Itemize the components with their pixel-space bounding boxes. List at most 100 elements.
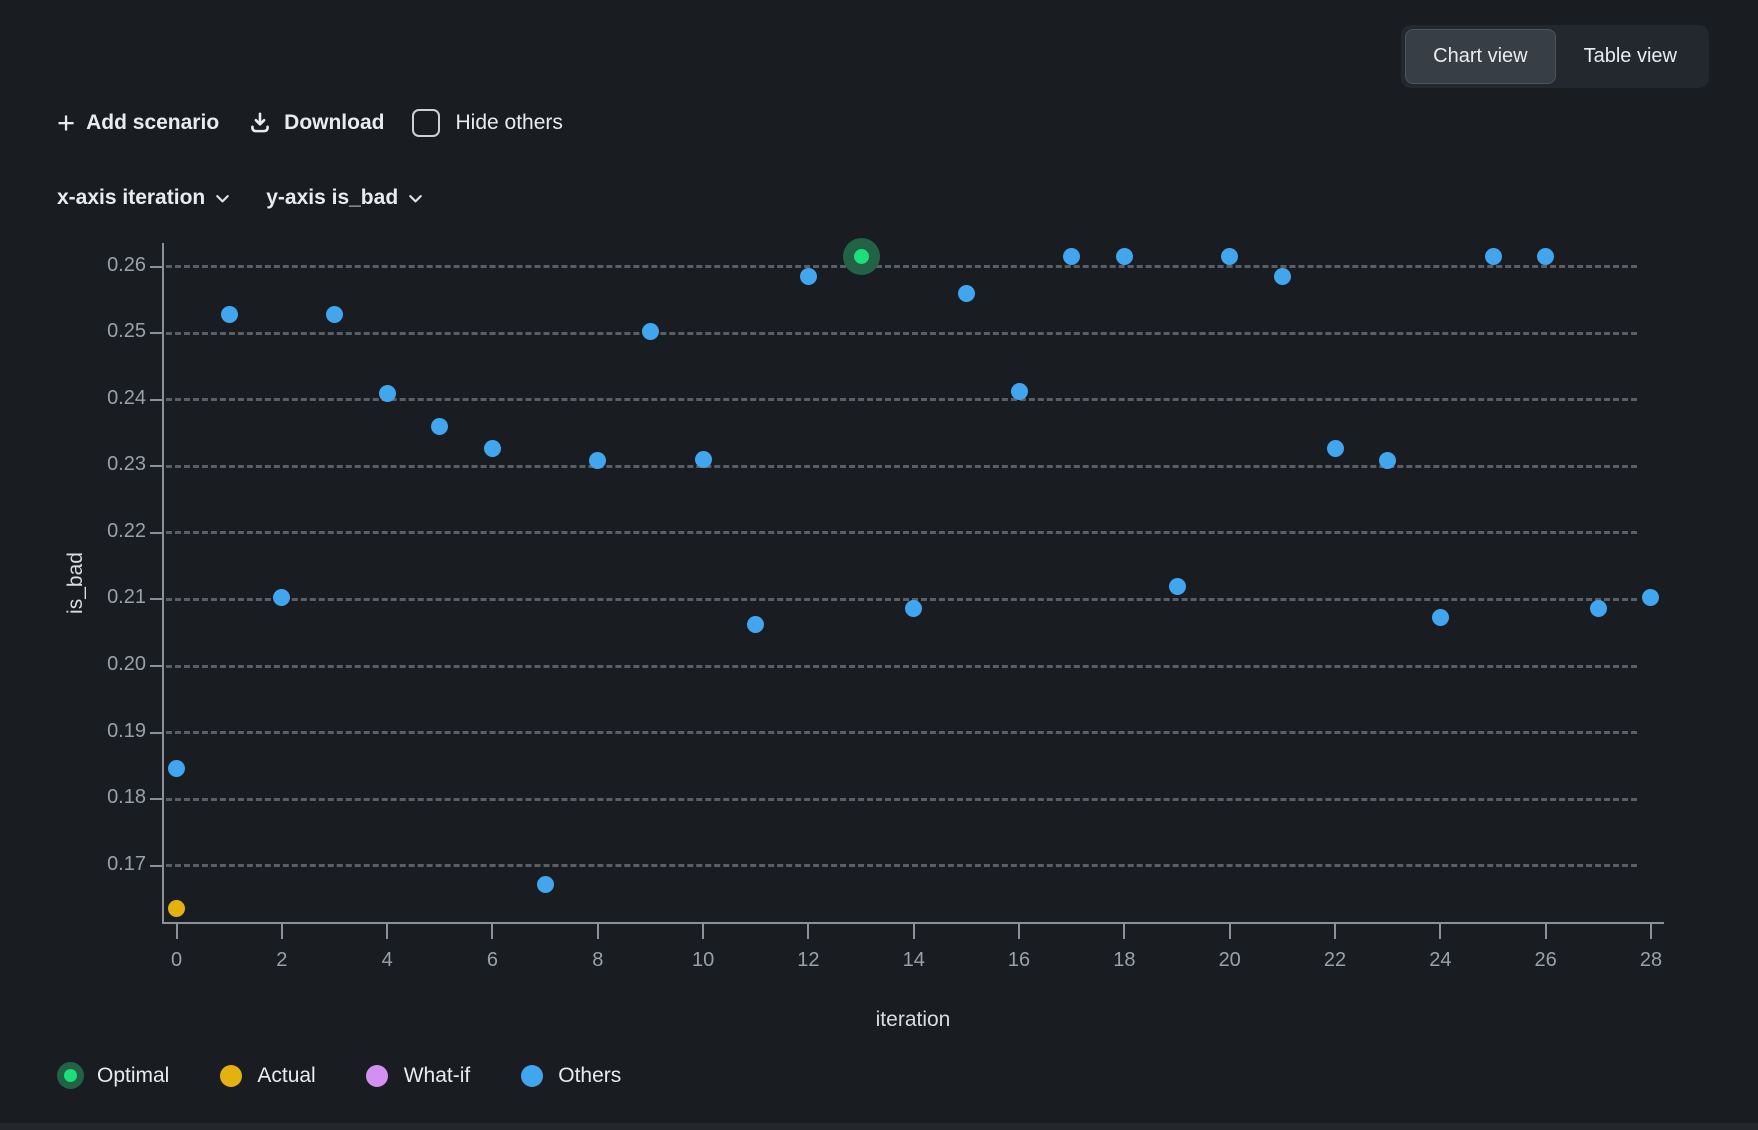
- y-tick-mark: [150, 266, 162, 268]
- x-tick-label: 14: [884, 949, 944, 972]
- x-tick-label: 10: [673, 949, 733, 972]
- y-tick-label: 0.23: [56, 453, 146, 476]
- legend-item-optimal[interactable]: Optimal: [57, 1062, 169, 1089]
- y-tick-label: 0.24: [56, 387, 146, 410]
- scatter-chart: is_bad iteration 0.260.250.240.230.220.2…: [0, 0, 1758, 1130]
- legend-item-actual[interactable]: Actual: [217, 1062, 315, 1089]
- x-tick-mark: [913, 923, 915, 939]
- data-point-others[interactable]: [326, 306, 343, 323]
- data-point-others[interactable]: [537, 876, 554, 893]
- x-tick-label: 6: [462, 949, 522, 972]
- data-point-others[interactable]: [958, 285, 975, 302]
- data-point-others[interactable]: [273, 589, 290, 606]
- y-tick-label: 0.26: [56, 254, 146, 277]
- x-tick-label: 22: [1305, 949, 1365, 972]
- data-point-others[interactable]: [1274, 268, 1291, 285]
- legend-dot-color: [64, 1069, 77, 1082]
- data-point-others[interactable]: [1485, 248, 1502, 265]
- x-tick-mark: [1123, 923, 1125, 939]
- data-point-others[interactable]: [1169, 578, 1186, 595]
- y-gridline: [166, 465, 1637, 468]
- legend-dot-color: [366, 1065, 388, 1087]
- legend-dot-color: [220, 1065, 242, 1087]
- legend-dot-actual: [217, 1062, 244, 1089]
- x-tick-mark: [1229, 923, 1231, 939]
- x-tick-label: 28: [1621, 949, 1681, 972]
- data-point-others[interactable]: [1379, 452, 1396, 469]
- y-tick-mark: [150, 465, 162, 467]
- y-tick-label: 0.20: [56, 653, 146, 676]
- y-tick-label: 0.19: [56, 720, 146, 743]
- y-gridline: [166, 531, 1637, 534]
- legend-item-others[interactable]: Others: [518, 1062, 621, 1089]
- legend-label: Others: [558, 1064, 621, 1088]
- y-tick-mark: [150, 332, 162, 334]
- data-point-others[interactable]: [747, 616, 764, 633]
- x-tick-label: 18: [1094, 949, 1154, 972]
- data-point-others[interactable]: [1432, 609, 1449, 626]
- y-tick-label: 0.25: [56, 320, 146, 343]
- x-tick-mark: [491, 923, 493, 939]
- legend-label: Actual: [257, 1064, 315, 1088]
- y-tick-label: 0.17: [56, 853, 146, 876]
- y-axis-line: [162, 243, 164, 923]
- y-tick-label: 0.18: [56, 786, 146, 809]
- data-point-others[interactable]: [589, 452, 606, 469]
- data-point-others[interactable]: [379, 385, 396, 402]
- data-point-actual[interactable]: [168, 900, 185, 917]
- legend-dot-others: [518, 1062, 545, 1089]
- legend-dot-whatif: [364, 1062, 391, 1089]
- data-point-others[interactable]: [168, 760, 185, 777]
- legend-label: What-if: [404, 1064, 471, 1088]
- data-point-others[interactable]: [1063, 248, 1080, 265]
- y-tick-label: 0.21: [56, 586, 146, 609]
- y-gridline: [166, 798, 1637, 801]
- x-tick-mark: [807, 923, 809, 939]
- x-tick-label: 16: [989, 949, 1049, 972]
- x-tick-label: 0: [147, 949, 207, 972]
- y-gridline: [166, 598, 1637, 601]
- data-point-others[interactable]: [905, 600, 922, 617]
- data-point-others[interactable]: [484, 440, 501, 457]
- legend-item-whatif[interactable]: What-if: [364, 1062, 471, 1089]
- x-tick-mark: [1439, 923, 1441, 939]
- y-tick-mark: [150, 665, 162, 667]
- data-point-others[interactable]: [1327, 440, 1344, 457]
- data-point-others[interactable]: [1116, 248, 1133, 265]
- y-gridline: [166, 332, 1637, 335]
- y-tick-label: 0.22: [56, 520, 146, 543]
- x-tick-mark: [1018, 923, 1020, 939]
- x-axis-title: iteration: [763, 1008, 1063, 1032]
- data-point-others[interactable]: [1011, 383, 1028, 400]
- data-point-others[interactable]: [221, 306, 238, 323]
- data-point-others[interactable]: [695, 451, 712, 468]
- bottom-edge: [0, 1123, 1758, 1130]
- data-point-others[interactable]: [1590, 600, 1607, 617]
- data-point-others[interactable]: [642, 323, 659, 340]
- x-tick-mark: [386, 923, 388, 939]
- x-tick-mark: [176, 923, 178, 939]
- x-tick-label: 2: [252, 949, 312, 972]
- y-gridline: [166, 265, 1637, 268]
- x-tick-label: 4: [357, 949, 417, 972]
- data-point-others[interactable]: [800, 268, 817, 285]
- y-gridline: [166, 731, 1637, 734]
- y-gridline: [166, 665, 1637, 668]
- y-tick-mark: [150, 399, 162, 401]
- data-point-optimal[interactable]: [854, 249, 869, 264]
- data-point-others[interactable]: [431, 418, 448, 435]
- x-tick-label: 8: [568, 949, 628, 972]
- x-tick-label: 24: [1410, 949, 1470, 972]
- x-tick-mark: [281, 923, 283, 939]
- data-point-others[interactable]: [1537, 248, 1554, 265]
- y-tick-mark: [150, 532, 162, 534]
- data-point-others[interactable]: [1221, 248, 1238, 265]
- y-tick-mark: [150, 598, 162, 600]
- y-tick-mark: [150, 732, 162, 734]
- data-point-others[interactable]: [1642, 589, 1659, 606]
- x-tick-label: 20: [1200, 949, 1260, 972]
- legend-dot-optimal: [57, 1062, 84, 1089]
- x-tick-mark: [1334, 923, 1336, 939]
- y-tick-mark: [150, 865, 162, 867]
- x-tick-mark: [597, 923, 599, 939]
